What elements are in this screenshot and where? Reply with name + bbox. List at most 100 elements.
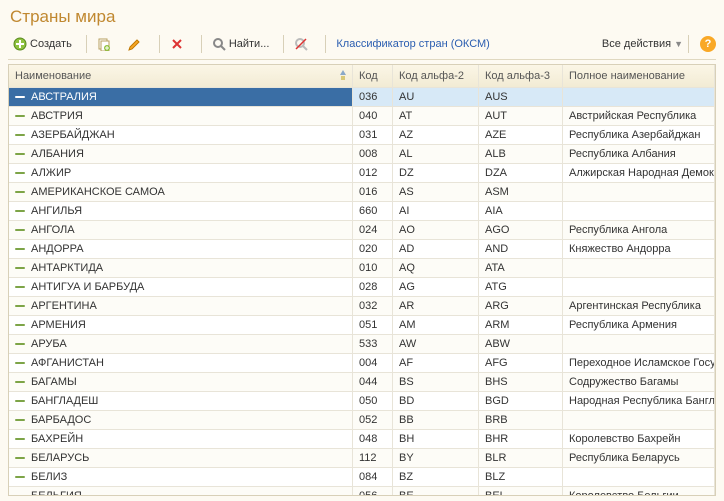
cell-alpha3: BRB [479, 411, 563, 429]
all-actions-menu[interactable]: Все действия ▼ [602, 38, 683, 50]
cell-alpha3: ARG [479, 297, 563, 315]
table-row[interactable]: АЛБАНИЯ008ALALBРеспублика Албания [9, 145, 715, 164]
classifier-label: Классификатор стран (ОКСМ) [336, 38, 489, 50]
cell-name: АРМЕНИЯ [9, 316, 353, 334]
cell-code: 024 [353, 221, 393, 239]
cell-alpha3: BHS [479, 373, 563, 391]
cell-alpha3: AZE [479, 126, 563, 144]
cell-name: БАНГЛАДЕШ [9, 392, 353, 410]
cell-code: 533 [353, 335, 393, 353]
table-row[interactable]: БЕЛАРУСЬ112BYBLRРеспублика Беларусь [9, 449, 715, 468]
cell-fullname: Республика Ангола [563, 221, 715, 239]
table-row[interactable]: АЗЕРБАЙДЖАН031AZAZEРеспублика Азербайджа… [9, 126, 715, 145]
cell-code: 660 [353, 202, 393, 220]
cell-fullname: Республика Албания [563, 145, 715, 163]
cell-alpha3: DZA [479, 164, 563, 182]
col-header-alpha2[interactable]: Код альфа-2 [393, 65, 479, 87]
table-row[interactable]: БАРБАДОС052BBBRB [9, 411, 715, 430]
cell-alpha3: AND [479, 240, 563, 258]
cell-code: 036 [353, 88, 393, 106]
table-row[interactable]: АНГИЛЬЯ660AIAIA [9, 202, 715, 221]
cell-code: 084 [353, 468, 393, 486]
cell-alpha3: AUT [479, 107, 563, 125]
table-row[interactable]: АНГОЛА024AOAGOРеспублика Ангола [9, 221, 715, 240]
table-row[interactable]: АНДОРРА020ADANDКняжество Андорра [9, 240, 715, 259]
table-row[interactable]: АРГЕНТИНА032ARARGАргентинская Республика [9, 297, 715, 316]
table-row[interactable]: АРУБА533AWABW [9, 335, 715, 354]
cell-alpha3: BLR [479, 449, 563, 467]
table-row[interactable]: АНТИГУА И БАРБУДА028AGATG [9, 278, 715, 297]
clear-filter-button[interactable] [289, 35, 316, 53]
cell-code: 050 [353, 392, 393, 410]
cell-fullname [563, 88, 715, 106]
cell-alpha2: BY [393, 449, 479, 467]
add-icon [13, 37, 27, 51]
cell-code: 028 [353, 278, 393, 296]
cell-code: 052 [353, 411, 393, 429]
table-row[interactable]: АЛЖИР012DZDZAАлжирская Народная Демократ… [9, 164, 715, 183]
cell-code: 056 [353, 487, 393, 495]
cell-code: 012 [353, 164, 393, 182]
cell-fullname [563, 411, 715, 429]
table-row[interactable]: АРМЕНИЯ051AMARMРеспублика Армения [9, 316, 715, 335]
cell-alpha2: BD [393, 392, 479, 410]
cell-alpha3: BLZ [479, 468, 563, 486]
copy-button[interactable] [92, 35, 119, 53]
separator [86, 35, 87, 53]
cell-fullname [563, 202, 715, 220]
cell-alpha2: AL [393, 145, 479, 163]
cell-alpha2: AW [393, 335, 479, 353]
cell-name: АНТИГУА И БАРБУДА [9, 278, 353, 296]
table-row[interactable]: БЕЛЬГИЯ056BEBELКоролевство Бельгии [9, 487, 715, 495]
cell-fullname: Народная Республика Бангладеш [563, 392, 715, 410]
table-row[interactable]: АМЕРИКАНСКОЕ САМОА016ASASM [9, 183, 715, 202]
cell-fullname [563, 335, 715, 353]
cell-name: АЗЕРБАЙДЖАН [9, 126, 353, 144]
cell-code: 040 [353, 107, 393, 125]
cell-name: АЛЖИР [9, 164, 353, 182]
table-row[interactable]: АВСТРИЯ040ATAUTАвстрийская Республика [9, 107, 715, 126]
cell-name: БАРБАДОС [9, 411, 353, 429]
delete-button[interactable] [165, 35, 192, 53]
table-row[interactable]: БАНГЛАДЕШ050BDBGDНародная Республика Бан… [9, 392, 715, 411]
cell-fullname: Республика Армения [563, 316, 715, 334]
cell-name: АФГАНИСТАН [9, 354, 353, 372]
cell-alpha2: AU [393, 88, 479, 106]
cell-alpha3: BEL [479, 487, 563, 495]
cell-code: 008 [353, 145, 393, 163]
cell-alpha2: AR [393, 297, 479, 315]
cell-name: БЕЛЬГИЯ [9, 487, 353, 495]
edit-button[interactable] [123, 35, 150, 53]
cell-code: 032 [353, 297, 393, 315]
cell-code: 020 [353, 240, 393, 258]
table-row[interactable]: БАХРЕЙН048BHBHRКоролевство Бахрейн [9, 430, 715, 449]
table-row[interactable]: АНТАРКТИДА010AQATA [9, 259, 715, 278]
table-row[interactable]: АВСТРАЛИЯ036AUAUS [9, 88, 715, 107]
col-header-code[interactable]: Код [353, 65, 393, 87]
sort-asc-icon [338, 69, 348, 81]
create-button[interactable]: Создать [8, 35, 77, 53]
help-button[interactable]: ? [700, 36, 716, 52]
cell-name: АНГИЛЬЯ [9, 202, 353, 220]
col-header-name[interactable]: Наименование [9, 65, 353, 87]
all-actions-label: Все действия [602, 38, 671, 50]
table-row[interactable]: БАГАМЫ044BSBHSСодружество Багамы [9, 373, 715, 392]
col-header-fullname[interactable]: Полное наименование [563, 65, 715, 87]
table-row[interactable]: БЕЛИЗ084BZBLZ [9, 468, 715, 487]
cell-alpha2: AQ [393, 259, 479, 277]
cell-name: АНДОРРА [9, 240, 353, 258]
cell-fullname: Содружество Багамы [563, 373, 715, 391]
table-row[interactable]: АФГАНИСТАН004AFAFGПереходное Исламское Г… [9, 354, 715, 373]
page-title: Страны мира [8, 5, 716, 33]
cell-fullname: Алжирская Народная Демократич [563, 164, 715, 182]
find-button[interactable]: Найти... [207, 35, 275, 53]
grid-body[interactable]: АВСТРАЛИЯ036AUAUSАВСТРИЯ040ATAUTАвстрийс… [9, 88, 715, 495]
classifier-button[interactable]: Классификатор стран (ОКСМ) [331, 36, 494, 52]
cell-code: 048 [353, 430, 393, 448]
cell-alpha2: DZ [393, 164, 479, 182]
col-header-alpha3[interactable]: Код альфа-3 [479, 65, 563, 87]
cell-fullname: Аргентинская Республика [563, 297, 715, 315]
cell-name: АРГЕНТИНА [9, 297, 353, 315]
cell-alpha2: BH [393, 430, 479, 448]
cell-name: АРУБА [9, 335, 353, 353]
